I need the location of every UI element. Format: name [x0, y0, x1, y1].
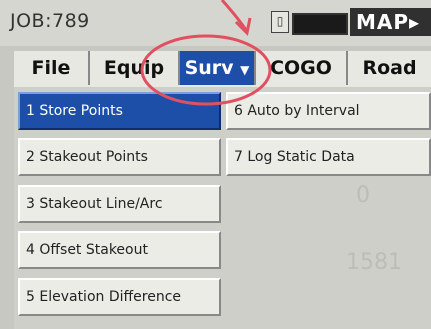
menu-item-elevation-difference[interactable]: 5 Elevation Difference — [18, 278, 221, 316]
tab-bar: File Equip Surv ▼ COGO Road — [14, 51, 431, 89]
tab-surv-label: Surv — [184, 57, 234, 79]
chevron-down-icon: ▼ — [240, 63, 250, 77]
job-title: JOB:789 — [10, 10, 90, 32]
menu-item-store-points[interactable]: 1 Store Points — [18, 92, 221, 130]
menu-item-log-static-data[interactable]: 7 Log Static Data — [226, 138, 431, 176]
map-button[interactable]: MAP▸ — [350, 8, 431, 36]
status-bar: JOB:789 ▯ MAP▸ — [0, 0, 431, 46]
menu-item-offset-stakeout[interactable]: 4 Offset Stakeout — [18, 231, 221, 269]
background-text: 1581 — [346, 250, 402, 275]
survey-menu: 1 Store Points 2 Stakeout Points 3 Stake… — [14, 87, 431, 329]
battery-icon — [292, 13, 348, 35]
sd-card-icon: ▯ — [271, 11, 289, 33]
tab-surv[interactable]: Surv ▼ — [180, 51, 256, 85]
tab-file[interactable]: File — [14, 51, 90, 85]
device-screen: JOB:789 ▯ MAP▸ File Equip Surv ▼ COGO Ro… — [0, 0, 431, 329]
tab-equip[interactable]: Equip — [90, 51, 180, 85]
menu-item-stakeout-points[interactable]: 2 Stakeout Points — [18, 138, 221, 176]
background-text: 0 — [356, 183, 370, 208]
menu-item-stakeout-line-arc[interactable]: 3 Stakeout Line/Arc — [18, 185, 221, 223]
tab-cogo[interactable]: COGO — [256, 51, 348, 85]
menu-item-auto-by-interval[interactable]: 6 Auto by Interval — [226, 92, 431, 130]
tab-road[interactable]: Road — [348, 51, 431, 85]
